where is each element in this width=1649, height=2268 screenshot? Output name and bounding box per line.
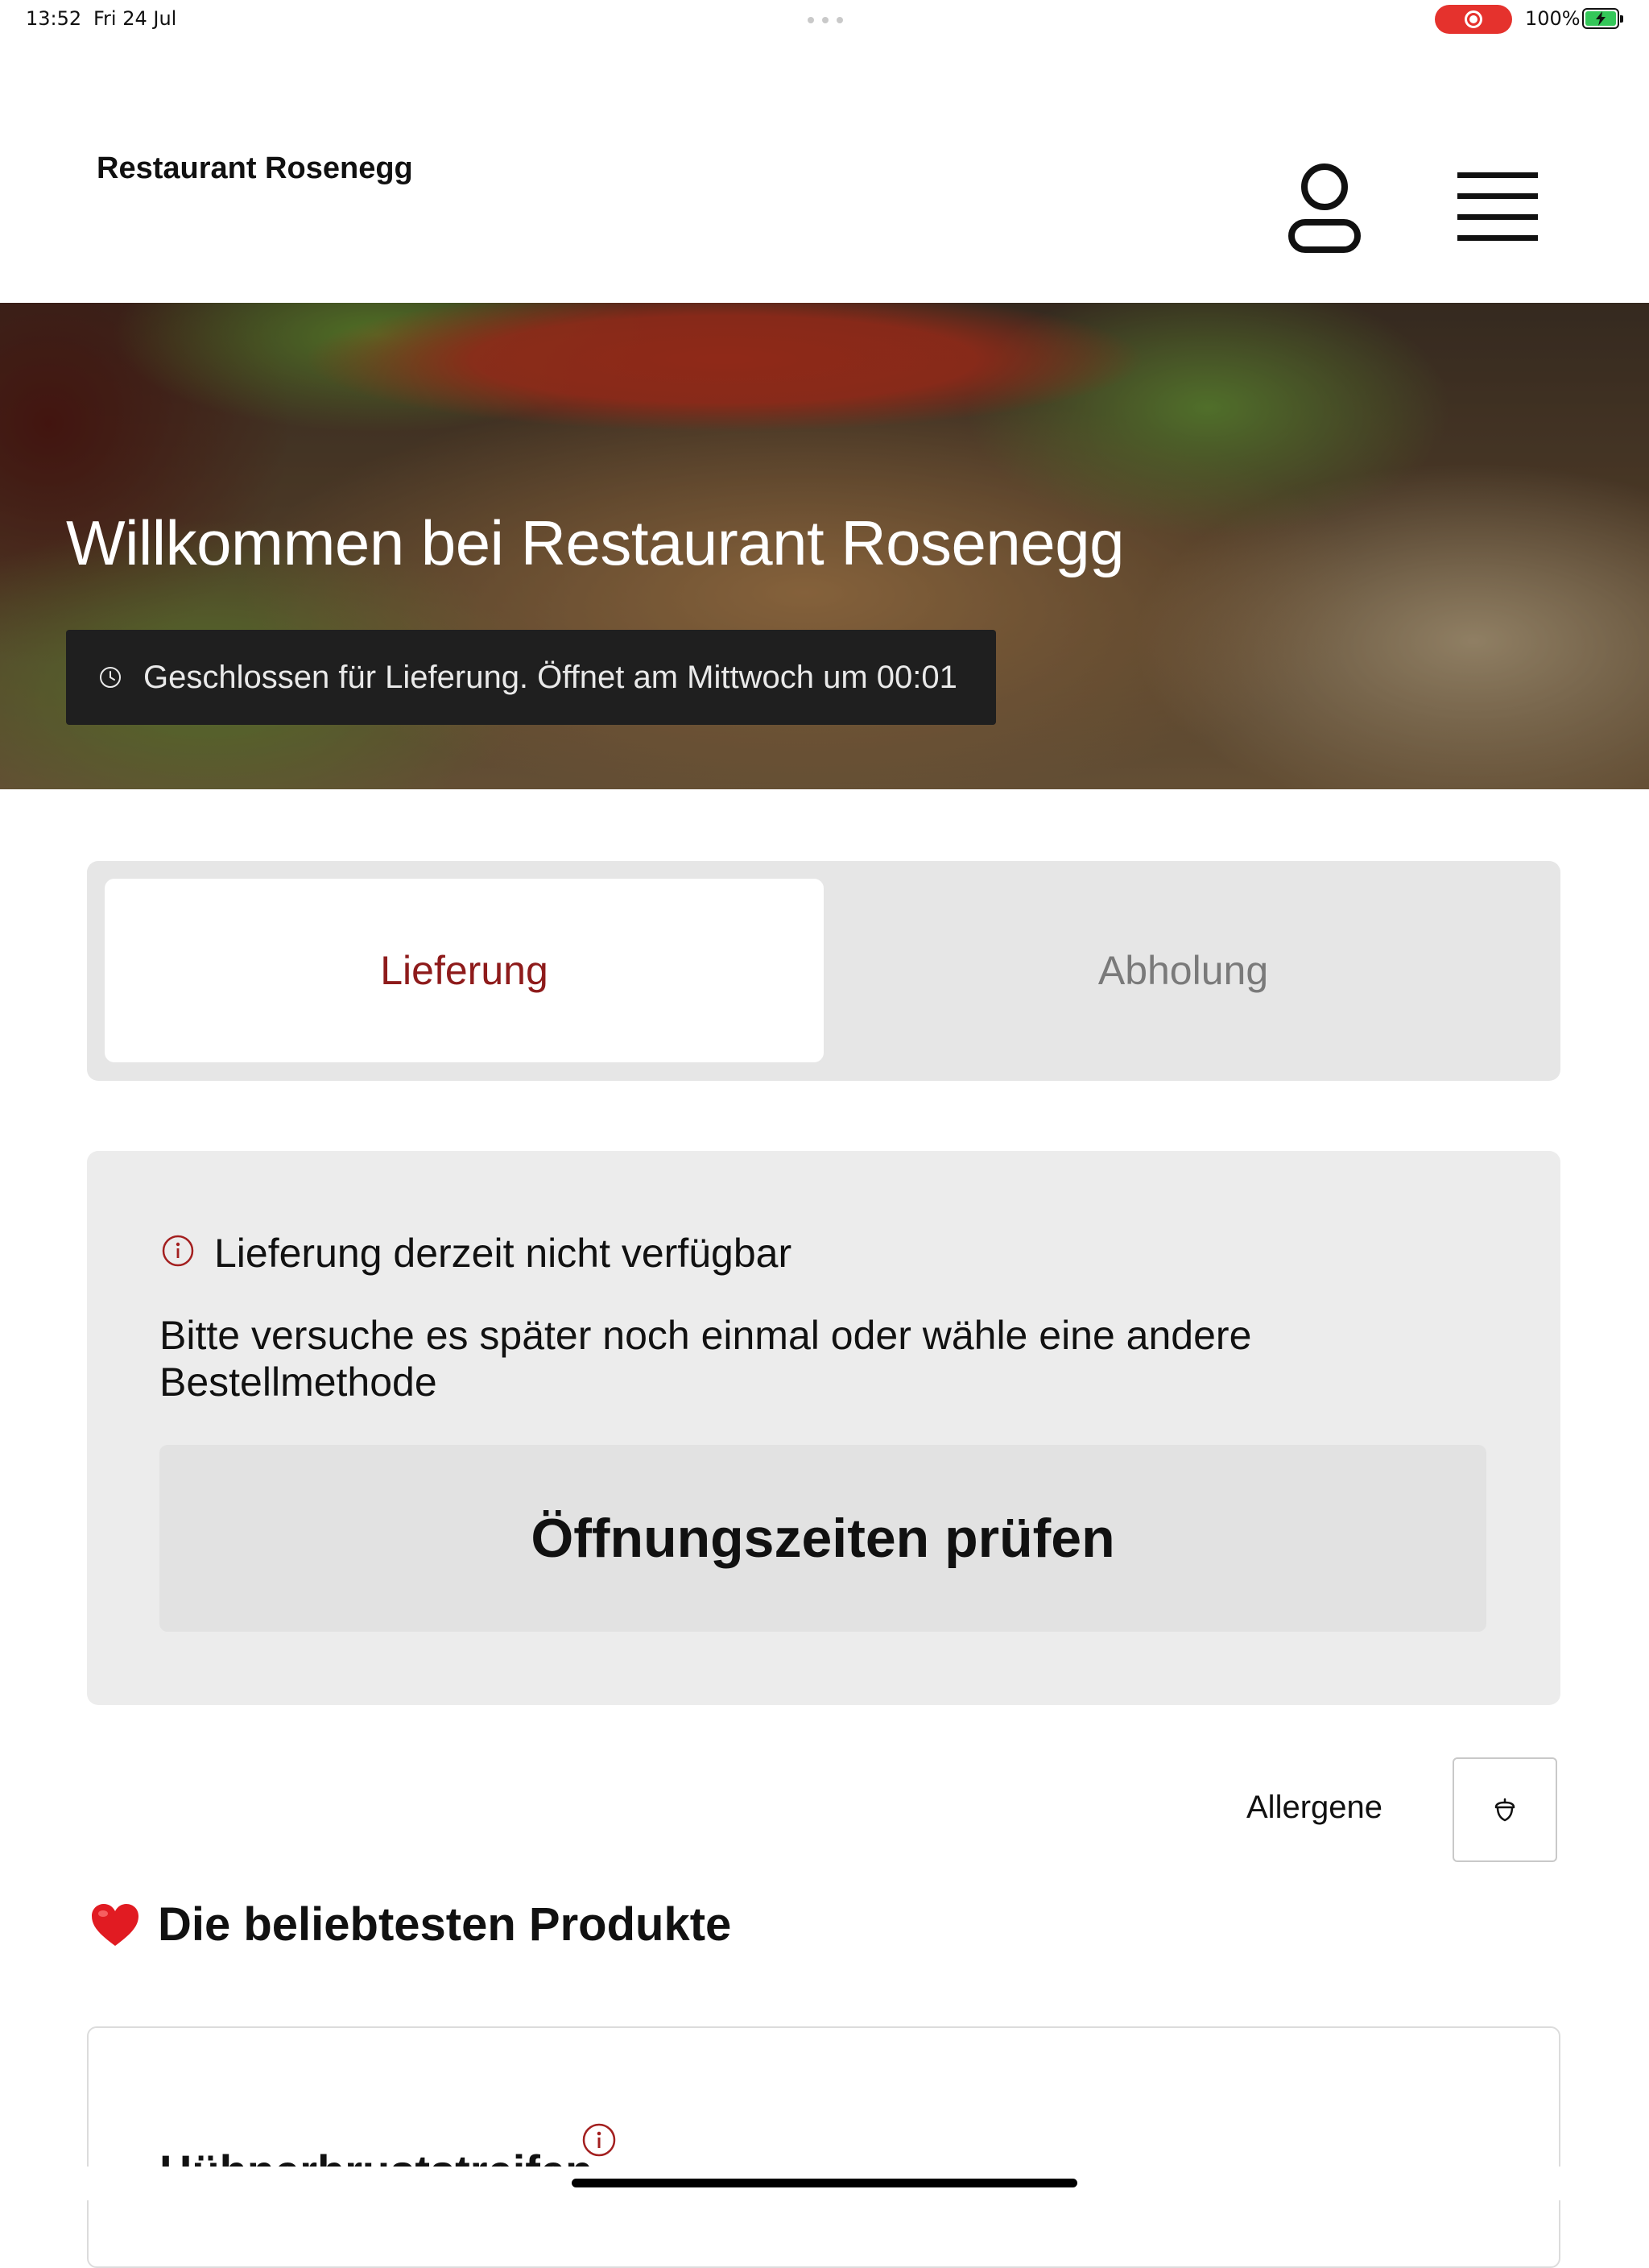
opening-status-text: Geschlossen für Lieferung. Öffnet am Mit… bbox=[143, 659, 957, 695]
product-card[interactable]: Hühnerbruststreifen bbox=[87, 2026, 1560, 2268]
home-indicator[interactable] bbox=[572, 2179, 1077, 2187]
status-bar: 13:52 Fri 24 Jul 100% bbox=[0, 0, 1649, 39]
info-icon bbox=[162, 1235, 194, 1267]
welcome-title: Willkommen bei Restaurant Rosenegg bbox=[66, 507, 1124, 578]
screen-record-icon[interactable] bbox=[1435, 5, 1512, 34]
tab-delivery[interactable]: Lieferung bbox=[105, 879, 824, 1062]
acorn-icon bbox=[1494, 1798, 1515, 1822]
info-icon[interactable] bbox=[581, 2122, 617, 2158]
restaurant-name[interactable]: Restaurant Rosenegg bbox=[97, 151, 413, 186]
battery-icon bbox=[1582, 8, 1623, 29]
allergens-button[interactable] bbox=[1453, 1757, 1557, 1862]
allergens-label: Allergene bbox=[1246, 1790, 1383, 1825]
delivery-unavailable-card: Lieferung derzeit nicht verfügbar Bitte … bbox=[87, 1151, 1560, 1705]
battery-percentage: 100% bbox=[1525, 7, 1581, 30]
opening-status-banner: Geschlossen für Lieferung. Öffnet am Mit… bbox=[66, 630, 996, 725]
check-opening-hours-button[interactable]: Öffnungszeiten prüfen bbox=[159, 1445, 1486, 1632]
status-time: 13:52 bbox=[26, 7, 82, 30]
notice-title: Lieferung derzeit nicht verfügbar bbox=[214, 1231, 792, 1276]
user-icon[interactable] bbox=[1287, 163, 1362, 253]
popular-products-title: Die beliebtesten Produkte bbox=[158, 1898, 732, 1951]
tab-pickup[interactable]: Abholung bbox=[824, 879, 1543, 1062]
popular-products-heading: Die beliebtesten Produkte bbox=[90, 1898, 731, 1951]
heart-icon bbox=[92, 1903, 138, 1946]
notice-text: Bitte versuche es später noch einmal ode… bbox=[159, 1313, 1252, 1405]
order-type-tabs: Lieferung Abholung bbox=[87, 861, 1560, 1081]
app-header: Restaurant Rosenegg bbox=[0, 39, 1649, 303]
multitasking-dots-icon[interactable] bbox=[808, 17, 843, 23]
hamburger-menu-icon[interactable] bbox=[1457, 172, 1538, 242]
status-date: Fri 24 Jul bbox=[93, 7, 177, 30]
clock-icon bbox=[100, 667, 121, 688]
